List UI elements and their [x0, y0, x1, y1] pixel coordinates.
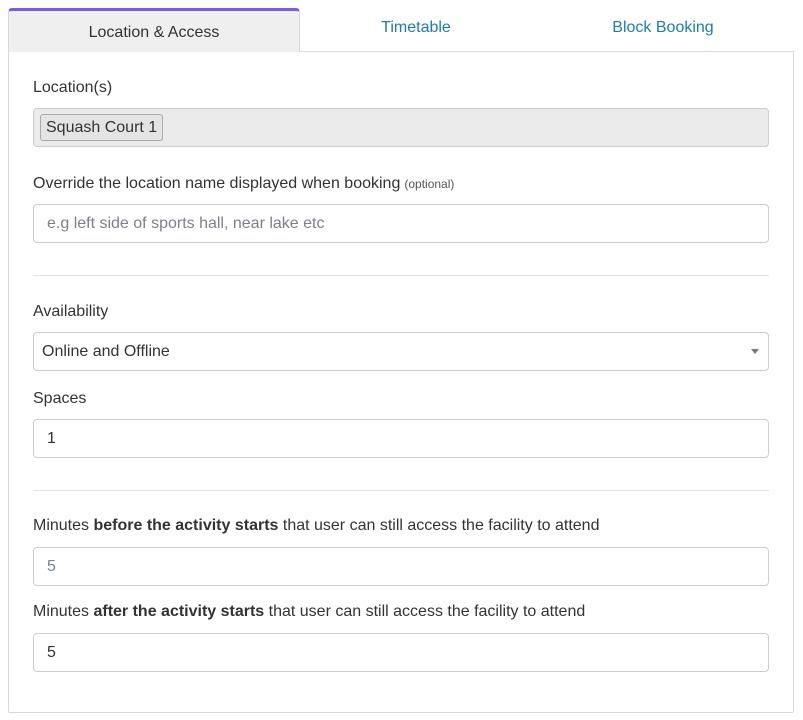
section-divider	[33, 275, 769, 276]
tab-bar: Location & Access Timetable Block Bookin…	[8, 8, 794, 52]
location-chip: Squash Court 1	[40, 114, 164, 141]
minutes-after-input[interactable]: 5	[33, 633, 769, 672]
minutes-before-input[interactable]: 5	[33, 547, 769, 586]
override-label: Override the location name displayed whe…	[33, 175, 454, 193]
spaces-input[interactable]: 1	[33, 419, 769, 458]
minutes-before-bold: before the activity starts	[93, 517, 279, 534]
override-label-text: Override the location name displayed whe…	[33, 175, 401, 192]
minutes-before-label: Minutes before the activity starts that …	[33, 517, 599, 535]
optional-note: (optional)	[404, 177, 455, 191]
locations-multiselect: Squash Court 1	[33, 108, 769, 147]
tab-timetable[interactable]: Timetable	[300, 6, 532, 50]
tab-block-booking[interactable]: Block Booking	[532, 6, 794, 50]
locations-label: Location(s)	[33, 79, 113, 96]
spaces-label: Spaces	[33, 390, 87, 407]
minutes-after-suffix: that user can still access the facility …	[264, 603, 586, 620]
availability-value: Online and Offline	[42, 342, 170, 360]
minutes-after-prefix: Minutes	[33, 603, 94, 620]
availability-select[interactable]: Online and Offline	[33, 332, 769, 371]
availability-label: Availability	[33, 303, 109, 320]
minutes-after-bold: after the activity starts	[93, 603, 265, 620]
section-divider	[33, 490, 769, 491]
minutes-after-label: Minutes after the activity starts that u…	[33, 603, 585, 621]
minutes-before-suffix: that user can still access the facility …	[278, 517, 600, 534]
override-location-input[interactable]: e.g left side of sports hall, near lake …	[33, 204, 769, 243]
minutes-before-prefix: Minutes	[33, 517, 94, 534]
tab-location-access[interactable]: Location & Access	[8, 8, 300, 52]
chevron-down-icon	[751, 349, 759, 354]
